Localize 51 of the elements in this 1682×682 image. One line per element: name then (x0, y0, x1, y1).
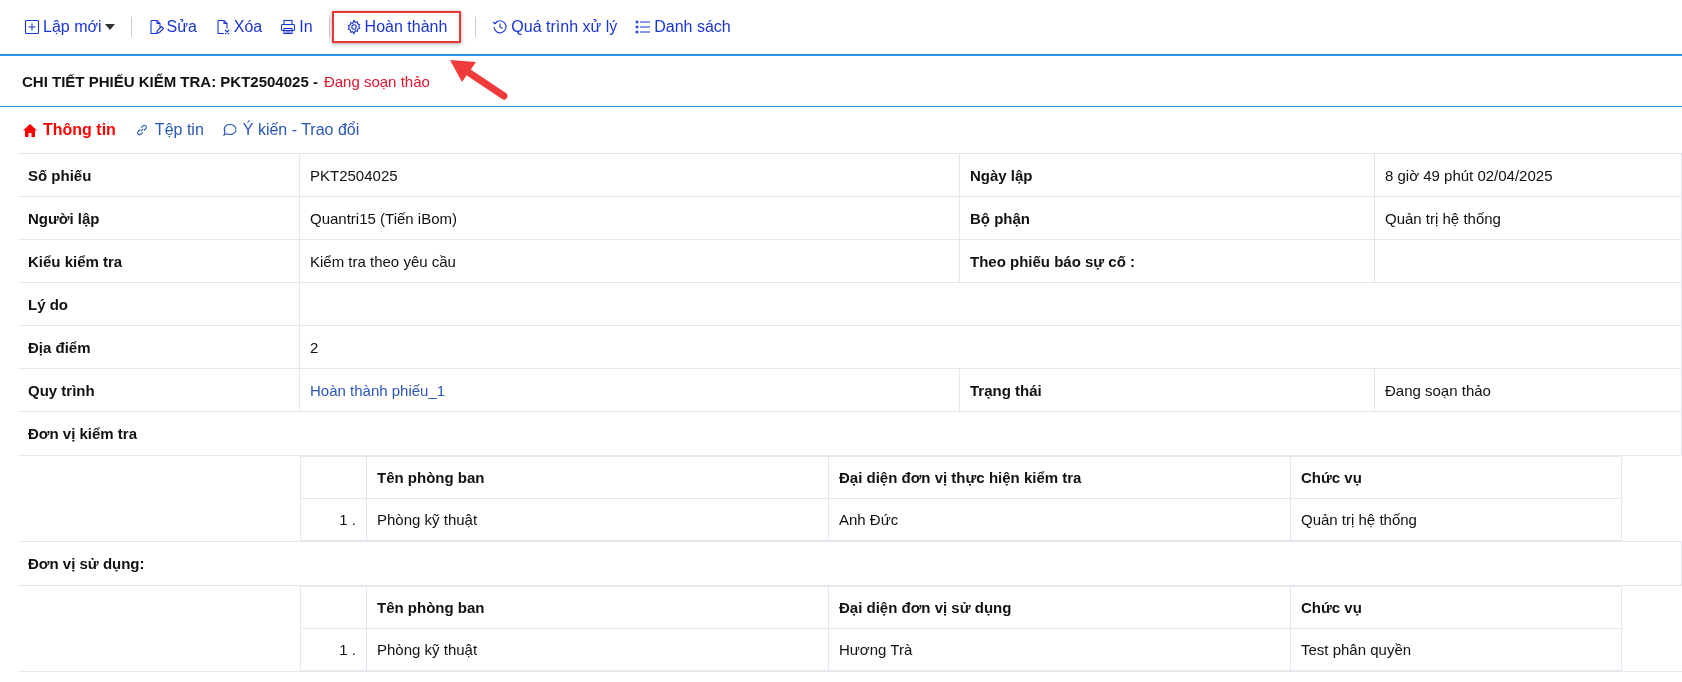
tab[interactable]: Tệp tin (133, 121, 204, 139)
row-number: 1 . (339, 641, 356, 658)
table-cell: Quản trị hệ thống (1301, 511, 1417, 528)
table-cell: Phòng kỹ thuật (377, 641, 478, 658)
field-value: Quản trị hệ thống (1385, 209, 1501, 227)
gear-icon (345, 19, 362, 35)
field-value: PKT2504025 (310, 166, 398, 184)
field-value: Đang soạn thảo (1385, 381, 1491, 399)
field-label: Ngày lập (970, 166, 1033, 184)
field-label: Kiểu kiểm tra (28, 252, 123, 270)
table-cell: Anh Đức (839, 511, 899, 528)
field-label: Trạng thái (970, 381, 1042, 399)
field-value: 8 giờ 49 phút 02/04/2025 (1385, 166, 1553, 184)
field-label: Bộ phận (970, 209, 1030, 227)
toolbar-button[interactable]: Hoàn thành (331, 11, 462, 43)
link-value: Hoàn thành phiếu_1 (310, 381, 446, 399)
table-cell: Test phân quyền (1301, 641, 1412, 658)
section-label: Đơn vị kiểm tra (28, 425, 138, 442)
page-title: CHI TIẾT PHIẾU KIỂM TRA: PKT2504025 - (22, 72, 318, 90)
edit-document-icon (147, 19, 164, 35)
column-header: Chức vụ (1301, 599, 1362, 616)
printer-icon (280, 19, 297, 35)
speech-bubble-icon (221, 122, 238, 138)
field-value: 2 (310, 338, 319, 356)
field-label: Địa điểm (28, 338, 91, 356)
field-value: Kiểm tra theo yêu cầu (310, 252, 456, 270)
field-label: Lý do (28, 295, 68, 313)
caret-icon (104, 24, 115, 30)
field-value: Quantri15 (Tiến iBom) (310, 209, 457, 227)
field-label: Số phiếu (28, 166, 92, 184)
column-header: Đại diện đơn vị thực hiện kiểm tra (839, 469, 1082, 486)
field-label: Quy trình (28, 381, 95, 399)
tab[interactable]: Ý kiến - Trao đổi (221, 121, 360, 139)
table-cell: Hương Trà (839, 641, 913, 658)
section-label: Đơn vị sử dụng: (28, 555, 145, 572)
row-number: 1 . (339, 511, 356, 528)
column-header: Chức vụ (1301, 469, 1362, 486)
column-header: Đại diện đơn vị sử dụng (839, 599, 1012, 616)
toolbar-button[interactable]: Lập mới (10, 11, 129, 43)
list-icon (635, 19, 652, 35)
column-header: Tên phòng ban (377, 599, 485, 616)
table-cell: Phòng kỹ thuật (377, 511, 478, 528)
clock-history-icon (492, 19, 509, 35)
field-label: Theo phiếu báo sự cố : (970, 252, 1136, 270)
plus-square-icon (24, 19, 40, 35)
status-text: Đang soạn thảo (323, 72, 430, 90)
tab[interactable]: Thông tin (22, 121, 116, 139)
delete-document-icon (214, 19, 231, 35)
column-header: Tên phòng ban (377, 469, 485, 486)
field-label: Người lập (28, 209, 100, 227)
home-icon (22, 122, 38, 138)
